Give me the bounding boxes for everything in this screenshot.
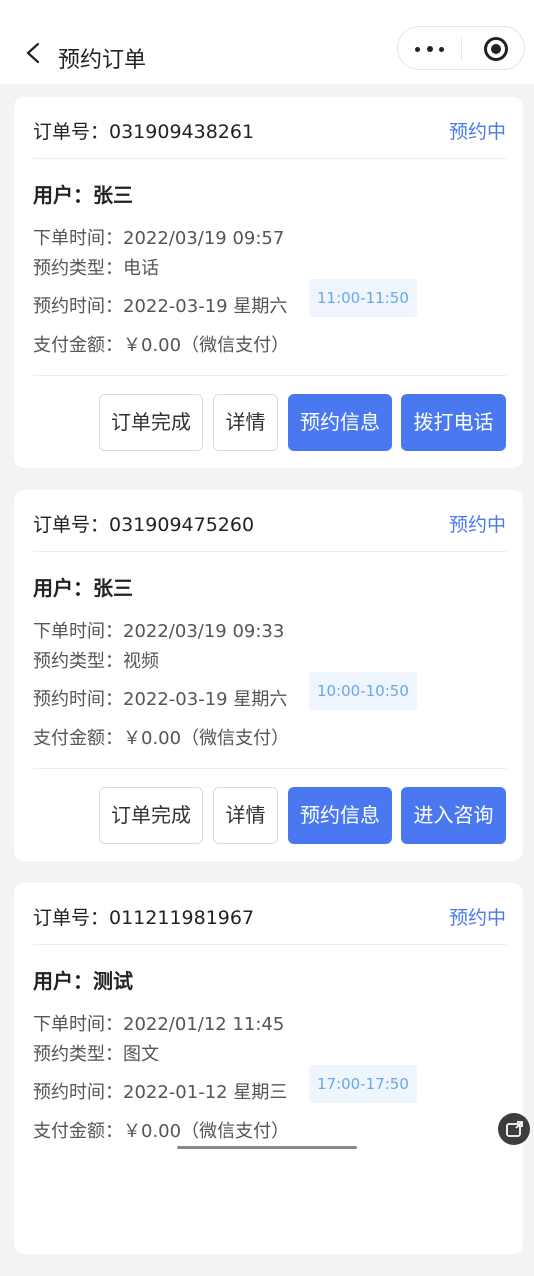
appointment-info-button[interactable]: 预约信息 — [288, 787, 392, 844]
order-time: 下单时间：2022/03/19 09:57 — [33, 228, 285, 249]
order-card: 订单号：031909475260 预约中 用户：张三 下单时间：2022/03/… — [14, 490, 523, 861]
time-slot-tag: 17:00-17:50 — [309, 1065, 417, 1103]
complete-order-button[interactable]: 订单完成 — [99, 394, 203, 451]
appointment-type: 预约类型：图文 — [33, 1044, 159, 1065]
divider — [33, 158, 506, 159]
close-miniprogram-icon[interactable] — [484, 37, 508, 61]
back-arrow-icon[interactable] — [24, 42, 44, 64]
status-badge: 预约中 — [448, 121, 506, 143]
more-options-icon[interactable] — [398, 27, 461, 71]
status-bar — [0, 0, 534, 14]
status-time — [78, 0, 84, 14]
order-header: 订单号：011211981967 预约中 — [33, 903, 506, 935]
complete-order-button[interactable]: 订单完成 — [99, 787, 203, 844]
divider — [33, 944, 506, 945]
nav-bar: 预约订单 — [0, 14, 534, 84]
enter-consultation-button[interactable]: 进入咨询 — [401, 787, 506, 844]
order-card: 订单号：031909438261 预约中 用户：张三 下单时间：2022/03/… — [14, 97, 523, 468]
time-slot-tag: 10:00-10:50 — [309, 672, 417, 710]
order-number: 订单号：031909438261 — [33, 121, 255, 143]
order-card: 订单号：011211981967 预约中 用户：测试 下单时间：2022/01/… — [14, 883, 523, 1254]
user-name: 用户：张三 — [33, 183, 133, 207]
order-header: 订单号：031909438261 预约中 — [33, 117, 506, 149]
order-time: 下单时间：2022/01/12 11:45 — [33, 1014, 285, 1035]
page-title: 预约订单 — [58, 48, 147, 73]
order-number: 订单号：011211981967 — [33, 907, 255, 929]
call-phone-button[interactable]: 拨打电话 — [401, 394, 506, 451]
order-time: 下单时间：2022/03/19 09:33 — [33, 621, 285, 642]
divider — [33, 375, 506, 376]
appointment-info-button[interactable]: 预约信息 — [288, 394, 392, 451]
order-header: 订单号：031909475260 预约中 — [33, 510, 506, 542]
payment-amount: 支付金额：￥0.00（微信支付） — [33, 728, 290, 749]
status-badge: 预约中 — [448, 907, 506, 929]
time-slot-tag: 11:00-11:50 — [309, 279, 417, 317]
capsule-divider — [461, 38, 462, 60]
payment-amount: 支付金额：￥0.00（微信支付） — [33, 1121, 290, 1142]
appointment-time: 预约时间：2022-03-19 星期六 — [33, 296, 288, 317]
appointment-type: 预约类型：电话 — [33, 258, 159, 279]
divider — [33, 551, 506, 552]
share-float-icon[interactable] — [498, 1113, 530, 1145]
order-number: 订单号：031909475260 — [33, 514, 255, 536]
details-button[interactable]: 详情 — [213, 394, 278, 451]
user-name: 用户：张三 — [33, 576, 133, 600]
order-list: 订单号：031909438261 预约中 用户：张三 下单时间：2022/03/… — [14, 97, 523, 1276]
status-badge: 预约中 — [448, 514, 506, 536]
appointment-type: 预约类型：视频 — [33, 651, 159, 672]
details-button[interactable]: 详情 — [213, 787, 278, 844]
payment-amount: 支付金额：￥0.00（微信支付） — [33, 335, 290, 356]
appointment-time: 预约时间：2022-01-12 星期三 — [33, 1082, 288, 1103]
divider — [33, 768, 506, 769]
user-name: 用户：测试 — [33, 969, 133, 993]
appointment-time: 预约时间：2022-03-19 星期六 — [33, 689, 288, 710]
mini-program-capsule — [397, 26, 525, 70]
